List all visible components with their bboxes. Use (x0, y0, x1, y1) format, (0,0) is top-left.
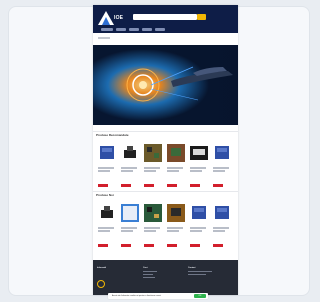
box-icon (215, 206, 229, 219)
nav-item[interactable] (142, 28, 152, 31)
product-card[interactable] (166, 143, 186, 195)
device-icon (190, 146, 208, 160)
nav-item[interactable] (129, 28, 139, 31)
pcb-icon (167, 144, 185, 162)
site-header: IOE (93, 5, 238, 33)
product-card[interactable] (212, 143, 232, 195)
printer-icon (124, 146, 136, 158)
product-card[interactable] (189, 143, 209, 195)
nav-item[interactable] (155, 28, 165, 31)
logo-text: IOE (114, 15, 124, 21)
section-divider (93, 191, 238, 192)
search-button[interactable] (197, 14, 206, 20)
screen-icon (121, 204, 139, 222)
main-nav (93, 27, 238, 33)
section-divider (93, 131, 238, 132)
breadcrumb[interactable] (98, 37, 110, 39)
product-card[interactable] (120, 203, 140, 255)
pcb-icon (144, 204, 162, 222)
product-card[interactable] (97, 203, 117, 255)
box-icon (100, 146, 114, 159)
footer-column: Informatii (97, 267, 107, 269)
product-card[interactable] (212, 203, 232, 255)
nav-item[interactable] (116, 28, 126, 31)
pcb-icon (167, 204, 185, 222)
search-input[interactable] (133, 14, 197, 20)
hero-banner[interactable] (93, 45, 238, 125)
cookie-text: Acest site foloseste cookie-uri pentru a… (112, 295, 162, 297)
footer-column: Contact (188, 267, 228, 277)
printer-icon (101, 206, 113, 218)
product-card[interactable] (97, 143, 117, 195)
section-title: Produse Recomandate (96, 133, 129, 137)
product-card[interactable] (166, 203, 186, 255)
website-preview[interactable]: IOE Produse Recomandate Produse Noi Info… (93, 5, 238, 295)
badge-icon (97, 280, 105, 288)
nav-item[interactable] (101, 28, 113, 31)
product-card[interactable] (143, 203, 163, 255)
product-card[interactable] (120, 143, 140, 195)
cookie-banner: Acest site foloseste cookie-uri pentru a… (108, 293, 208, 299)
site-footer: Informatii Cont Contact (93, 260, 238, 295)
product-card[interactable] (143, 143, 163, 195)
section-title: Produse Noi (96, 193, 114, 197)
box-icon (192, 206, 206, 219)
box-icon (215, 146, 229, 159)
product-card[interactable] (189, 203, 209, 255)
cookie-accept-button[interactable]: OK (194, 294, 206, 298)
pcb-icon (144, 144, 162, 162)
footer-column: Cont (143, 267, 173, 280)
logo-icon[interactable] (98, 11, 114, 25)
